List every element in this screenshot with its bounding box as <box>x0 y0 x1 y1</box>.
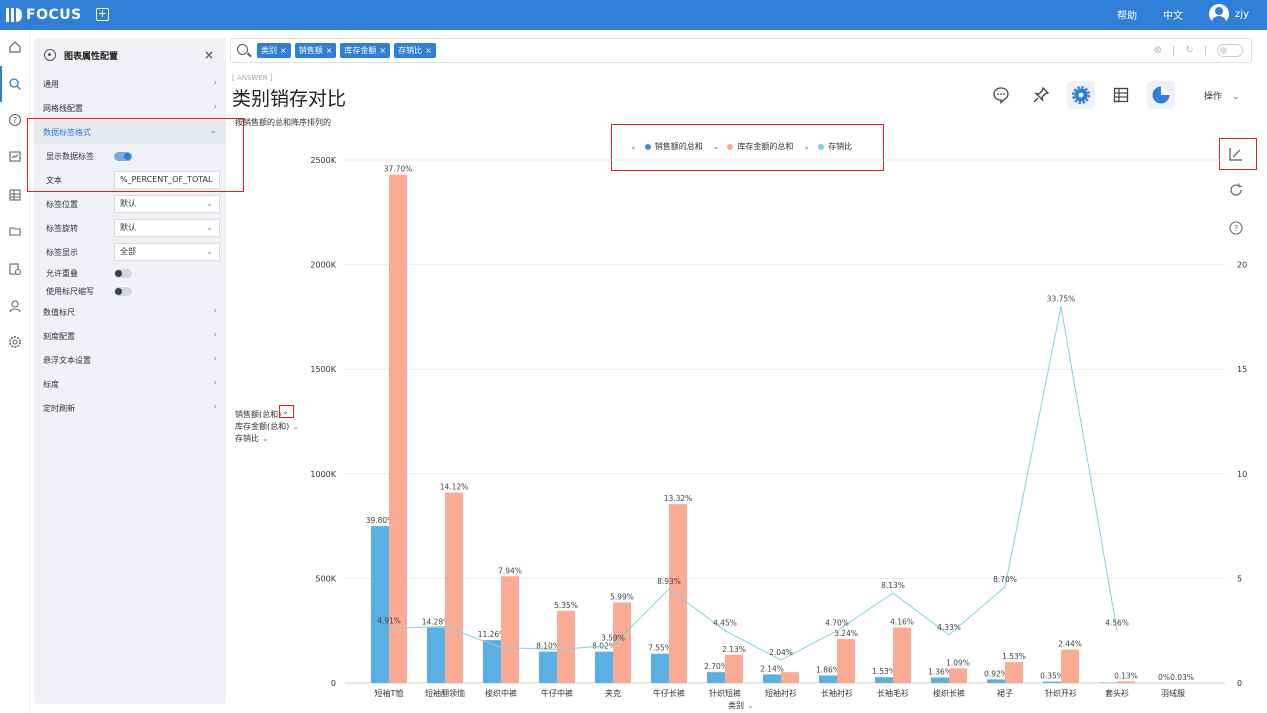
bar-inventory <box>1005 662 1023 683</box>
bar-inventory <box>893 627 911 683</box>
x-tick-label: 针织短裤 <box>709 688 741 698</box>
x-tick-label: 羽绒服 <box>1161 688 1185 698</box>
bar-inventory <box>781 672 799 683</box>
data-label-sales: 0% <box>1158 673 1170 682</box>
y-right-tick-label: 5 <box>1237 574 1242 583</box>
bar-sales <box>539 651 557 683</box>
data-label-sales: 1.53% <box>872 667 896 676</box>
y-left-tick-label: 2500K <box>310 156 336 165</box>
bar-sales <box>1099 682 1117 683</box>
data-label-ratio: 4.70% <box>825 619 849 628</box>
x-tick-label: 套头衫 <box>1105 688 1129 698</box>
data-label-sales: 7.55% <box>648 644 672 653</box>
data-label-ratio: 4.33% <box>937 623 961 632</box>
x-axis-title[interactable]: 类别 ⌄ <box>728 700 754 711</box>
combo-chart: 0500K1000K1500K2000K2500K0510152039.80%3… <box>310 156 1247 698</box>
data-label-inventory: 5.35% <box>554 601 578 610</box>
data-label-inventory: 7.94% <box>498 566 522 575</box>
bar-inventory <box>725 654 743 683</box>
x-tick-label: 长袖衬衫 <box>821 688 853 698</box>
bar-sales <box>1043 681 1061 683</box>
data-label-inventory: 4.16% <box>890 618 914 627</box>
bar-inventory <box>445 492 463 683</box>
bar-sales <box>651 653 669 683</box>
y-left-tick-label: 0 <box>331 679 336 688</box>
ratio-line <box>388 306 1118 661</box>
data-label-sales: 1.86% <box>816 665 840 674</box>
y-right-tick-label: 10 <box>1237 470 1247 479</box>
data-label-ratio: 8.70% <box>993 575 1017 584</box>
bar-inventory <box>557 610 575 683</box>
x-tick-label: 长袖毛衫 <box>877 688 909 698</box>
data-label-sales: 2.14% <box>760 664 784 673</box>
data-label-sales: 0.35% <box>1040 672 1064 681</box>
x-tick-label: 短袖衬衫 <box>765 688 797 698</box>
data-label-inventory: 2.44% <box>1058 640 1082 649</box>
bar-sales <box>371 526 389 683</box>
data-label-inventory: 1.53% <box>1002 652 1026 661</box>
data-label-ratio: 2.04% <box>769 648 793 657</box>
bar-inventory <box>1061 649 1079 683</box>
x-tick-label: 短袖翻领恤 <box>425 688 465 698</box>
data-label-inventory: 5.99% <box>610 592 634 601</box>
data-label-inventory: 0.13% <box>1114 671 1138 680</box>
data-label-ratio: 8.13% <box>881 581 905 590</box>
data-label-sales: 0.92% <box>984 669 1008 678</box>
x-tick-label: 裙子 <box>997 688 1013 698</box>
y-right-tick-label: 20 <box>1237 261 1247 270</box>
y-left-tick-label: 500K <box>315 574 336 583</box>
data-label-ratio: 33.75% <box>1047 294 1076 303</box>
bar-sales <box>427 627 445 683</box>
data-label-sales: 1.36% <box>928 668 952 677</box>
data-label-ratio: 4.91% <box>377 617 401 626</box>
y-left-tick-label: 1500K <box>310 365 336 374</box>
data-label-ratio: 4.56% <box>1105 619 1129 628</box>
x-tick-label: 梭织长裤 <box>933 688 965 698</box>
bar-sales <box>819 675 837 683</box>
bar-inventory <box>389 174 407 684</box>
y-left-tick-label: 1000K <box>310 470 336 479</box>
bar-inventory <box>501 576 519 683</box>
data-label-inventory: 0.03% <box>1170 673 1194 682</box>
bar-sales <box>595 651 613 683</box>
data-label-ratio: 4.45% <box>713 619 737 628</box>
data-label-inventory: 13.32% <box>664 494 693 503</box>
bar-sales <box>931 677 949 683</box>
bar-inventory <box>949 668 967 683</box>
bar-inventory <box>669 504 687 683</box>
bar-sales <box>763 674 781 683</box>
x-tick-label: 夹克 <box>605 688 621 698</box>
data-label-inventory: 2.13% <box>722 645 746 654</box>
y-left-tick-label: 2000K <box>310 261 336 270</box>
bar-inventory <box>1117 681 1135 683</box>
x-tick-label: 针织开衫 <box>1045 688 1077 698</box>
bar-inventory <box>837 639 855 683</box>
x-tick-label: 牛仔长裤 <box>653 688 685 698</box>
data-label-inventory: 1.09% <box>946 658 970 667</box>
x-axis-label: 类别 <box>728 701 744 710</box>
bar-sales <box>707 672 725 683</box>
data-label-inventory: 37.70% <box>384 165 413 174</box>
chevron-down-icon: ⌄ <box>747 701 754 710</box>
bar-sales <box>875 677 893 683</box>
data-label-inventory: 14.12% <box>440 483 469 492</box>
y-right-tick-label: 15 <box>1237 365 1247 374</box>
x-tick-label: 短袖T恤 <box>375 688 404 698</box>
data-label-ratio: 8.93% <box>657 577 681 586</box>
data-label-sales: 2.70% <box>704 662 728 671</box>
y-right-tick-label: 0 <box>1237 679 1242 688</box>
x-tick-label: 梭织中裤 <box>485 688 517 698</box>
x-tick-label: 牛仔中裤 <box>541 688 573 698</box>
bar-sales <box>987 679 1005 683</box>
data-label-ratio: 3.59% <box>601 633 625 642</box>
